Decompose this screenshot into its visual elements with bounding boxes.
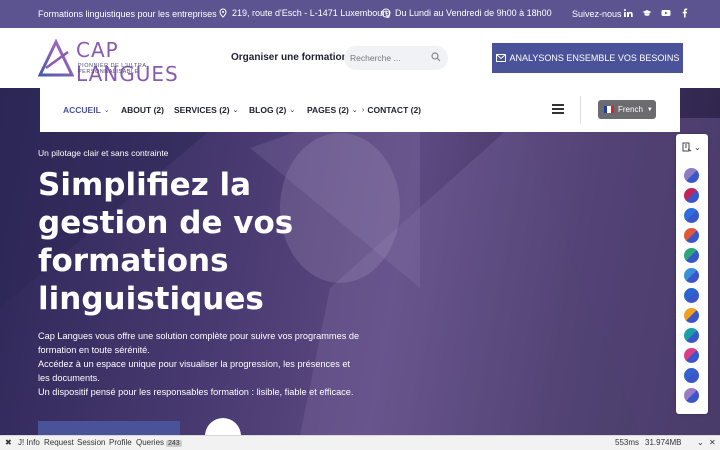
chevron-down-icon: ⌄ xyxy=(289,107,296,114)
color-swatch[interactable] xyxy=(684,208,699,223)
nav-divider xyxy=(580,96,581,124)
analyse-needs-button[interactable]: ANALYSONS ENSEMBLE VOS BESOINS xyxy=(492,43,683,73)
hero-desc-line: formation en toute sérénité. xyxy=(38,345,150,355)
search-icon[interactable] xyxy=(431,52,441,62)
nav-item-label: SERVICES (2) xyxy=(174,105,230,115)
chevron-down-icon: ⌄ xyxy=(232,107,239,114)
chevron-down-icon: ⌄ xyxy=(351,107,358,114)
color-swatch[interactable] xyxy=(684,388,699,403)
logo-mark-icon xyxy=(38,38,74,77)
debug-time: 553ms xyxy=(615,438,640,447)
chevron-down-icon: ⌄ xyxy=(103,107,110,114)
map-pin-icon xyxy=(219,8,227,18)
nav-item-about[interactable]: ABOUT (2) xyxy=(121,105,164,115)
debug-bar: ✖ J! Info Request Session Profile Querie… xyxy=(0,435,720,450)
logo-tagline: PIONNIER DE L'ULTRA PERSONNALISABLE xyxy=(78,63,147,75)
address-text: 219, route d'Esch - L-1471 Luxembourg xyxy=(232,8,391,18)
color-swatch[interactable] xyxy=(684,248,699,263)
hero-desc-line: Un dispositif pensé pour les responsable… xyxy=(38,387,354,397)
tab-request[interactable]: Request xyxy=(44,438,74,447)
style-switcher-panel: ⌄ xyxy=(676,134,708,414)
paint-format-icon xyxy=(682,142,692,152)
follow-label: Suivez-nous xyxy=(572,9,622,19)
tab-queries-label: Queries xyxy=(136,438,165,447)
color-swatch[interactable] xyxy=(684,228,699,243)
hero-desc-line: Accédez à un espace unique pour visualis… xyxy=(38,359,351,369)
color-swatch[interactable] xyxy=(684,268,699,283)
color-swatch[interactable] xyxy=(684,368,699,383)
clock-icon xyxy=(381,8,391,18)
nav-item-label: ACCUEIL xyxy=(63,105,101,115)
hero-primary-button[interactable] xyxy=(38,421,180,435)
linkedin-icon[interactable] xyxy=(623,8,633,18)
graduation-cap-icon[interactable] xyxy=(642,8,652,18)
hamburger-menu-icon[interactable] xyxy=(552,104,564,114)
nav-item-pages[interactable]: PAGES (2) ⌄ xyxy=(307,105,358,115)
tab-info[interactable]: J! Info xyxy=(18,438,40,447)
nav-item-contact[interactable]: › CONTACT (2) xyxy=(362,105,421,115)
nav-item-label: BLOG (2) xyxy=(249,105,287,115)
tab-profile[interactable]: Profile xyxy=(109,438,132,447)
hero-title: Simplifiez la gestion de vos formations … xyxy=(38,167,294,317)
color-swatch[interactable] xyxy=(684,188,699,203)
chevron-down-icon: ⌄ xyxy=(694,142,701,152)
nav-item-label: PAGES (2) xyxy=(307,105,349,115)
tab-session[interactable]: Session xyxy=(77,438,105,447)
social-links xyxy=(623,8,690,18)
nav-item-blog[interactable]: BLOG (2) ⌄ xyxy=(249,105,295,115)
debugbar-collapse-icon[interactable]: ⌄ xyxy=(697,438,704,447)
debug-memory: 31.974MB xyxy=(645,438,682,447)
facebook-icon[interactable] xyxy=(680,8,690,18)
nav-item-services[interactable]: SERVICES (2) ⌄ xyxy=(174,105,238,115)
language-label: French xyxy=(618,105,643,114)
color-swatch[interactable] xyxy=(684,308,699,323)
nav-item-label: CONTACT (2) xyxy=(367,105,422,115)
envelope-icon xyxy=(495,54,506,62)
hero-desc-line: les documents. xyxy=(38,373,100,383)
analyse-needs-label: ANALYSONS ENSEMBLE VOS BESOINS xyxy=(509,53,680,63)
hero-description: Cap Langues vous offre une solution comp… xyxy=(38,329,368,399)
color-swatch[interactable] xyxy=(684,168,699,183)
search-input[interactable] xyxy=(350,51,430,65)
search-box xyxy=(344,46,448,70)
nav-item-label: ABOUT (2) xyxy=(121,105,164,115)
organise-training-link[interactable]: Organiser une formation xyxy=(231,52,348,63)
nav-item-accueil[interactable]: ACCUEIL ⌄ xyxy=(63,105,110,115)
site-logo[interactable]: CAP LANGUES PIONNIER DE L'ULTRA PERSONNA… xyxy=(38,38,198,86)
color-swatch[interactable] xyxy=(684,348,699,363)
style-switcher-toggle[interactable]: ⌄ xyxy=(682,142,701,152)
debugbar-close-button[interactable]: ✕ xyxy=(709,438,716,447)
color-swatch[interactable] xyxy=(684,288,699,303)
tagline: Formations linguistiques pour les entrep… xyxy=(38,9,217,19)
tab-info-label: Info xyxy=(26,438,40,447)
hero-section: ACCUEIL ⌄ ABOUT (2) SERVICES (2) ⌄ BLOG … xyxy=(0,88,720,435)
hero-desc-line: Cap Langues vous offre une solution comp… xyxy=(38,331,360,341)
hours-text: Du Lundi au Vendredi de 9h00 à 18h00 xyxy=(395,8,552,18)
caret-down-icon: ▼ xyxy=(646,106,653,113)
language-selector[interactable]: French ▼ xyxy=(598,100,656,119)
top-info-bar: Formations linguistiques pour les entrep… xyxy=(0,0,720,28)
hero-eyebrow: Un pilotage clair et sans contrainte xyxy=(38,148,169,158)
debugbar-close-icon[interactable]: ✖ xyxy=(5,438,12,447)
tab-queries[interactable]: Queries 243 xyxy=(136,438,182,447)
queries-count-badge: 243 xyxy=(166,440,182,447)
french-flag-icon xyxy=(604,106,614,113)
chevron-right-icon: › xyxy=(362,106,365,114)
logo-brand: CAP LANGUES xyxy=(76,38,179,86)
color-swatch[interactable] xyxy=(684,328,699,343)
youtube-icon[interactable] xyxy=(661,8,671,18)
site-header: CAP LANGUES PIONNIER DE L'ULTRA PERSONNA… xyxy=(0,28,720,88)
address: 219, route d'Esch - L-1471 Luxembourg xyxy=(218,8,390,18)
main-navigation: ACCUEIL ⌄ ABOUT (2) SERVICES (2) ⌄ BLOG … xyxy=(40,88,680,132)
opening-hours: Du Lundi au Vendredi de 9h00 à 18h00 xyxy=(381,8,552,18)
